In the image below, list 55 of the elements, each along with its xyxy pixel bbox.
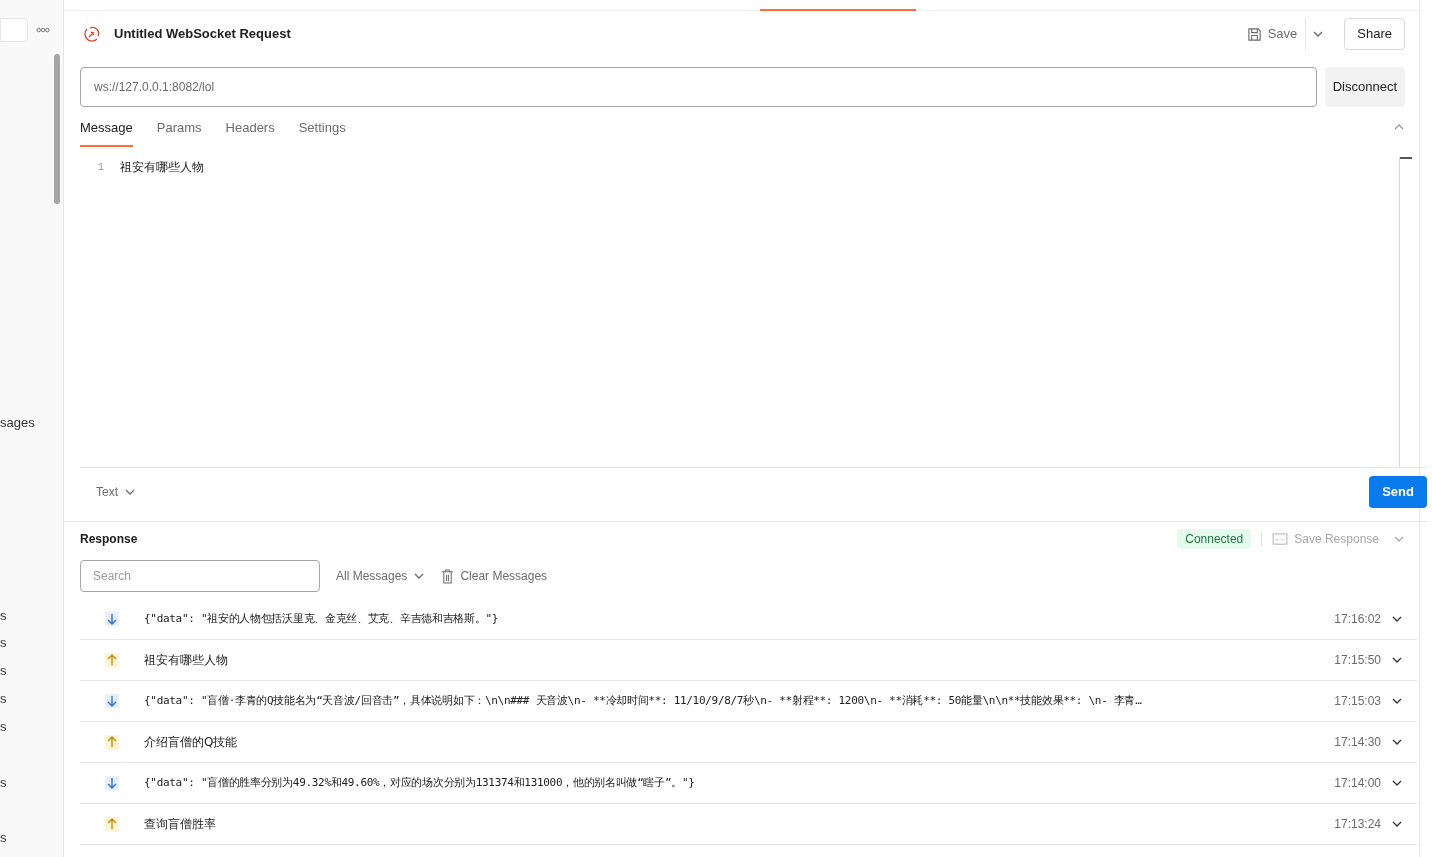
disconnect-button[interactable]: Disconnect <box>1324 67 1405 107</box>
sidebar-search-field[interactable] <box>0 17 28 42</box>
save-button[interactable]: Save <box>1246 18 1307 50</box>
scrollbar-thumb[interactable] <box>54 54 60 204</box>
message-text: {"data": "祖安的人物包括沃里克、金克丝、艾克、辛吉德和吉格斯。"} <box>144 610 500 627</box>
message-row[interactable]: 介绍盲僧的Q技能 17:14:30 <box>80 722 1417 763</box>
message-time: 17:15:50 <box>1334 652 1381 669</box>
message-text: {"data": "盲僧的胜率分别为49.32%和49.60%，对应的场次分别为131374和131000，他的别名叫做“瞎子”。"} <box>144 774 696 791</box>
message-row[interactable]: {"data": "盲僧·李青的Q技能名为“天音波/回音击”，具体说明如下：\n\n### 天音波\n- **冷却时间**: 11/10/9/8/7秒\n- **射程**: 1200\n- **消耗**: 50能量\n\n**技能效果**: \n- 李青… 17:15:03 <box>80 681 1417 722</box>
sidebar-item-text[interactable]: s <box>0 662 63 681</box>
filter-dropdown[interactable]: All Messages <box>336 567 426 585</box>
send-button[interactable]: Send <box>1369 475 1427 508</box>
connection-status: Connected <box>1177 528 1252 549</box>
sidebar-item-text[interactable]: s <box>0 829 63 848</box>
sidebar-item-text[interactable]: s <box>0 606 63 625</box>
sidebar-item-text[interactable]: sages <box>0 412 63 433</box>
tab[interactable]: Settings <box>298 107 346 147</box>
share-button[interactable]: Share <box>1344 18 1405 50</box>
message-time: 17:14:30 <box>1334 734 1381 751</box>
arrow-down-icon <box>105 776 119 790</box>
request-title: Untitled WebSocket Request <box>114 25 291 44</box>
message-row[interactable]: 查询盲僧胜率 17:13:24 <box>80 804 1417 845</box>
message-time: 17:16:02 <box>1334 611 1381 628</box>
search-field[interactable]: Search <box>80 560 320 592</box>
arrow-down-icon <box>105 612 119 626</box>
arrow-up-icon <box>105 817 119 831</box>
tab[interactable]: Params <box>156 107 202 147</box>
message-time: 17:14:00 <box>1334 775 1381 792</box>
response-title: Response <box>80 530 138 548</box>
tab[interactable]: Message <box>80 107 133 147</box>
more-icon[interactable] <box>36 26 50 33</box>
message-text: {"data": "盲僧·李青的Q技能名为“天音波/回音击”，具体说明如下：\n\n### 天音波\n- **冷却时间**: 11/10/9/8/7秒\n- **射程**: 1200\n- **消耗**: 50能量\n\n**技能效果**: \n- 李青… <box>144 692 1143 709</box>
sidebar-item-text[interactable]: s <box>0 634 63 653</box>
format-dropdown[interactable]: Text <box>96 482 136 501</box>
message-row[interactable]: 祖安有哪些人物 17:15:50 <box>80 640 1417 681</box>
sidebar-item-text[interactable]: s <box>0 690 63 709</box>
sidebar-item-text[interactable]: s <box>0 718 63 737</box>
trash-icon <box>441 568 455 584</box>
clear-messages-button[interactable]: Clear Messages <box>441 567 548 585</box>
code-line: 祖安有哪些人物 <box>120 159 204 176</box>
message-text: 祖安有哪些人物 <box>144 652 229 669</box>
sidebar-item-text[interactable]: s <box>0 773 63 792</box>
arrow-down-icon <box>105 694 119 708</box>
message-text: 介绍盲僧的Q技能 <box>144 734 239 751</box>
message-time: 17:15:03 <box>1334 693 1381 710</box>
message-row[interactable]: {"data": "盲僧的胜率分别为49.32%和49.60%，对应的场次分别为131374和131000，他的别名叫做“瞎子”。"} 17:14:00 <box>80 763 1417 804</box>
message-text: 查询盲僧胜率 <box>144 816 217 833</box>
arrow-up-icon <box>105 735 119 749</box>
tab[interactable]: Headers <box>225 107 275 147</box>
line-number: 1 <box>96 159 104 175</box>
example-icon <box>1272 532 1289 545</box>
url-field[interactable]: ws://127.0.0.1:8082/lol <box>80 67 1317 107</box>
message-row[interactable]: {"data": "祖安的人物包括沃里克、金克丝、艾克、辛吉德和吉格斯。"} 17:16:02 <box>80 599 1417 640</box>
message-time: 17:13:24 <box>1334 816 1381 833</box>
arrow-up-icon <box>105 653 119 667</box>
